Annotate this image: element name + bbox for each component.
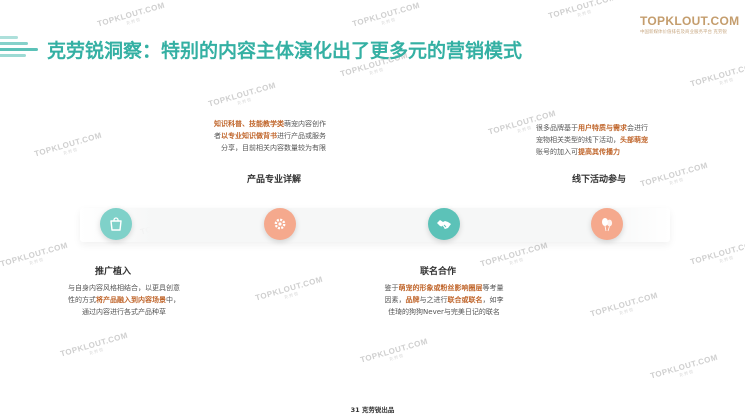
- description-text: 与之进行: [419, 296, 448, 304]
- stage-node-1: [100, 208, 132, 240]
- stage-label: 推广植入: [95, 267, 132, 277]
- balloon-icon: [602, 218, 613, 232]
- highlight-text: 头部萌宠: [620, 136, 648, 144]
- watermark: TOPKLOUT.COM克 劳 锐: [689, 238, 745, 267]
- stage-description: 很多品牌基于用户特质与需求会进行 宠物相关类型的线下活动，头部萌宠 账号的加入可提高…: [536, 122, 648, 158]
- timeline-band: [80, 208, 670, 242]
- description-text: 通过内容进行各式产品种草: [82, 308, 166, 316]
- description-line: 性的方式将产品融入到内容场景中，: [50, 294, 198, 306]
- description-line: 知识科普、技能教学类萌宠内容创作: [214, 118, 326, 130]
- watermark: TOPKLOUT.COM克 劳 锐: [254, 274, 324, 303]
- description-text: 性的方式: [68, 296, 96, 304]
- description-line: 因素，品牌与之进行联合或联名，如李: [366, 294, 522, 306]
- title-decoration: [0, 34, 40, 64]
- watermark: TOPKLOUT.COM克 劳 锐: [351, 0, 421, 29]
- logo-name: TOPKLOUT.COM: [640, 14, 740, 28]
- gear-icon: [274, 218, 286, 230]
- watermark: TOPKLOUT.COM克 劳 锐: [359, 336, 429, 365]
- description-text: 账号的加入可: [536, 148, 578, 156]
- description-line: 分享，目前相关内容数量较为有限: [214, 142, 326, 154]
- description-text: ，如李: [482, 296, 504, 304]
- highlight-text: 提高其传播力: [578, 148, 620, 156]
- watermark: TOPKLOUT.COM克 劳 锐: [207, 80, 277, 109]
- description-line: 通过内容进行各式产品种草: [50, 306, 198, 318]
- highlight-text: 以专业知识做背书: [221, 132, 277, 140]
- stage-description: 知识科普、技能教学类萌宠内容创作 者以专业知识做背书进行产品或服务 分享，目前相关内…: [214, 118, 326, 154]
- description-text: 鉴于: [384, 284, 399, 292]
- page-title: 克劳锐洞察：特别的内容主体演化出了更多元的营销模式: [47, 40, 523, 62]
- watermark: TOPKLOUT.COM克 劳 锐: [59, 330, 129, 359]
- description-line: 很多品牌基于用户特质与需求会进行: [536, 122, 648, 134]
- description-text: 进行产品或服务: [277, 132, 326, 140]
- watermark: TOPKLOUT.COM克 劳 锐: [33, 130, 103, 159]
- highlight-text: 用户特质与需求: [578, 124, 627, 132]
- page-footer: 31 克劳锐出品: [350, 406, 395, 414]
- watermark: TOPKLOUT.COM克 劳 锐: [689, 60, 745, 89]
- description-text: 很多品牌基于: [536, 124, 578, 132]
- watermark: TOPKLOUT.COM克 劳 锐: [96, 0, 166, 29]
- stage-node-4: [591, 208, 623, 240]
- description-text: 佳琦的狗狗Never与完美日记的联名: [388, 308, 500, 316]
- logo-tagline: 中国新媒体价值排名及商业服务平台 克劳锐: [640, 30, 727, 35]
- highlight-text: 知识科普、技能教学类: [214, 120, 284, 128]
- logo: TOPKLOUT.COM 中国新媒体价值排名及商业服务平台 克劳锐: [640, 14, 740, 35]
- stage-label: 产品专业详解: [247, 175, 302, 185]
- description-line: 鉴于萌宠的形象或粉丝影响圈层等考量: [366, 282, 522, 294]
- watermark: TOPKLOUT.COM克 劳 锐: [0, 240, 69, 269]
- watermark: TOPKLOUT.COM克 劳 锐: [649, 352, 719, 381]
- description-text: 分享，目前相关内容数量较为有限: [221, 144, 326, 152]
- description-line: 佳琦的狗狗Never与完美日记的联名: [366, 306, 522, 318]
- highlight-text: 品牌: [405, 296, 420, 304]
- stage-description: 与自身内容风格相结合，以更具创意 性的方式将产品融入到内容场景中， 通过内容进行各式…: [50, 282, 198, 318]
- description-text: 因素，: [384, 296, 406, 304]
- description-text: 萌宠内容创作: [284, 120, 326, 128]
- watermark: TOPKLOUT.COM克 劳 锐: [547, 0, 617, 21]
- description-text: 等考量: [482, 284, 504, 292]
- handshake-icon: [437, 220, 451, 229]
- description-text: 宠物相关类型的线下活动，: [536, 136, 620, 144]
- watermark: TOPKLOUT.COM克 劳 锐: [589, 290, 659, 319]
- description-text: 与自身内容风格相结合，以更具创意: [68, 284, 180, 292]
- stage-node-2: [264, 208, 296, 240]
- stage-description: 鉴于萌宠的形象或粉丝影响圈层等考量 因素，品牌与之进行联合或联名，如李 佳琦的狗狗N…: [366, 282, 522, 318]
- description-text: 中，: [166, 296, 180, 304]
- description-line: 与自身内容风格相结合，以更具创意: [50, 282, 198, 294]
- watermark: TOPKLOUT.COM克 劳 锐: [479, 240, 549, 269]
- highlight-text: 将产品融入到内容场景: [96, 296, 166, 304]
- highlight-text: 萌宠的形象或粉丝影响圈层: [398, 284, 483, 292]
- stage-node-3: [428, 208, 460, 240]
- description-line: 账号的加入可提高其传播力: [536, 146, 648, 158]
- highlight-text: 联合或联名: [447, 296, 483, 304]
- shopping-bag-icon: [110, 217, 122, 231]
- description-line: 者以专业知识做背书进行产品或服务: [214, 130, 326, 142]
- watermark: TOPKLOUT.COM克 劳 锐: [639, 160, 709, 189]
- stage-label: 线下活动参与: [572, 175, 627, 185]
- description-text: 者: [214, 132, 221, 140]
- description-line: 宠物相关类型的线下活动，头部萌宠: [536, 134, 648, 146]
- stage-label: 联名合作: [420, 267, 457, 277]
- description-text: 会进行: [627, 124, 648, 132]
